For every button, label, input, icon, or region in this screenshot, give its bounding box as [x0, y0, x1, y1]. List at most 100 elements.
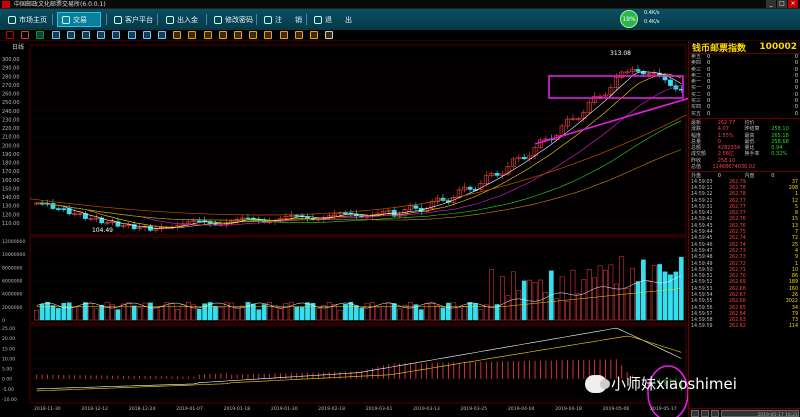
- volume-bar: [548, 270, 554, 321]
- volume-bar: [597, 265, 603, 321]
- period-label: 日线: [12, 43, 24, 51]
- watermark: 小师妹xiaoshimei: [585, 373, 737, 394]
- volume-bar: [462, 306, 467, 321]
- arrow-tool-icon[interactable]: [21, 31, 30, 39]
- panel-tabs: 2019-05-17 16:21: [689, 408, 800, 417]
- price-axis-label: 260.00: [2, 92, 20, 98]
- nav-exit[interactable]: 退出: [310, 12, 356, 27]
- maximize-button[interactable]: □: [777, 0, 787, 8]
- grid-icon[interactable]: [158, 31, 166, 39]
- ma5-line: [36, 71, 682, 229]
- nav-label: 修改密码: [225, 15, 253, 24]
- nav-market-home[interactable]: 市场主页: [4, 12, 51, 27]
- app-logo-icon: [2, 1, 10, 8]
- volume-bar: [148, 302, 153, 321]
- instrument-code: 100002: [759, 42, 797, 52]
- nav-trade[interactable]: 交易: [57, 12, 101, 27]
- grid-icon[interactable]: [142, 31, 151, 39]
- nav-change-password[interactable]: 修改密码: [210, 12, 257, 27]
- volume-bar: [299, 306, 305, 321]
- candle-body: [467, 186, 473, 190]
- indicator-icon[interactable]: [218, 31, 227, 39]
- volume-bar: [370, 302, 375, 321]
- home-icon: [8, 15, 16, 24]
- price-axis-label: 150.00: [2, 186, 20, 192]
- macd-axis-label: 0.00: [2, 377, 12, 383]
- refresh-icon[interactable]: [310, 31, 318, 39]
- price-axis-label: 140.00: [2, 195, 20, 201]
- volume-bar: [353, 305, 359, 321]
- stat-value: [777, 164, 798, 170]
- window-title: 中国邮政文化邮票交易所(6.0.0.1): [14, 1, 106, 8]
- indicator-icon[interactable]: [203, 31, 212, 39]
- tab-quote[interactable]: [691, 410, 699, 417]
- order-book: 卖五 0 0 卖四 0 0 卖三 0 0 卖二 0 0 卖一 0 0 买一 0 0 买二 0 0 买三 0 0 买四 0 0 买五 0 0: [689, 54, 800, 117]
- stat-label: [755, 164, 776, 170]
- volume-bar: [283, 303, 289, 321]
- price-axis-label: 120.00: [2, 212, 20, 218]
- upload-rate: 0.4K/s: [644, 10, 660, 16]
- volume-bar: [440, 307, 446, 321]
- price-axis-label: 200.00: [2, 143, 20, 149]
- macd-axis-label: -5.00: [2, 387, 14, 393]
- date-axis-label: 2019-01-07: [176, 406, 203, 412]
- volume-bar: [646, 281, 652, 321]
- nav-label: 注: [275, 15, 282, 24]
- volume-bar: [446, 302, 451, 321]
- nav-divider: [106, 14, 107, 25]
- nav-label: 交易: [73, 15, 87, 24]
- kline-icon[interactable]: [36, 31, 45, 39]
- volume-bar: [364, 302, 370, 321]
- grid-icon[interactable]: [97, 31, 106, 39]
- settings-icon[interactable]: [325, 31, 334, 39]
- candle-body: [494, 173, 500, 176]
- volume-bar: [326, 302, 332, 321]
- stat-row: 总值 11468674036.02: [689, 164, 800, 170]
- minimize-button[interactable]: _: [766, 0, 776, 8]
- indicator-icon[interactable]: [249, 31, 258, 39]
- nav-client-platform[interactable]: 客户平台: [110, 12, 157, 27]
- watermark-text: 小师妹xiaoshimei: [611, 375, 737, 393]
- indicator-icon[interactable]: [188, 31, 197, 39]
- candle-body: [521, 156, 527, 160]
- indicator-icon[interactable]: [264, 31, 273, 39]
- close-button[interactable]: ×: [788, 0, 798, 8]
- zoom-out-icon[interactable]: [294, 31, 303, 39]
- volume-bar: [83, 302, 88, 321]
- grid-icon[interactable]: [82, 31, 90, 39]
- kline-chart[interactable]: 日线 300.00 290.00 280.00 270.00 260.00 250.00 24…: [0, 41, 688, 417]
- transfer-icon: [166, 15, 174, 24]
- tick-price: 262.62: [729, 324, 746, 330]
- line-tool-icon[interactable]: [6, 31, 14, 39]
- tab-minute[interactable]: [711, 410, 719, 417]
- volume-bar: [137, 307, 142, 321]
- volume-ma10-line: [36, 288, 682, 308]
- grid-icon[interactable]: [127, 31, 136, 39]
- chart-toolbar: [0, 30, 800, 41]
- nav-divider: [306, 14, 307, 25]
- candle-body: [668, 79, 673, 86]
- tick-volume: 114: [788, 324, 798, 330]
- grid-icon[interactable]: [51, 31, 60, 39]
- tab-ticks[interactable]: [701, 410, 709, 417]
- quote-stats: 最新 262.77 均价 涨跌 4.07 昨结算 258.10 幅度 1.55% 最高 265.18…: [689, 120, 800, 170]
- indicator-icon[interactable]: [234, 31, 242, 39]
- nav-transfer[interactable]: 出入金: [162, 12, 202, 27]
- volume-bar: [61, 302, 67, 321]
- nav-divider: [52, 14, 53, 25]
- volume-bar: [613, 283, 619, 321]
- grid-icon[interactable]: [66, 31, 75, 39]
- kline-chart-area[interactable]: 日线 300.00 290.00 280.00 270.00 260.00 250.00 24…: [0, 41, 688, 417]
- indicator-icon[interactable]: [173, 31, 182, 39]
- price-axis-label: 110.00: [2, 221, 20, 227]
- grid-icon[interactable]: [112, 31, 121, 39]
- price-axis-label: 290.00: [2, 66, 20, 72]
- volume-bar: [603, 269, 608, 321]
- price-axis-label: 240.00: [2, 109, 20, 115]
- zoom-in-icon[interactable]: [279, 31, 288, 39]
- account-status: 19% 0.4K/s 0.4K/s: [620, 9, 800, 30]
- date-axis-label: 2019-05-06: [603, 406, 630, 412]
- volume-bar: [375, 306, 381, 321]
- volume-bar: [381, 306, 386, 321]
- nav-logout[interactable]: 注销: [260, 12, 306, 27]
